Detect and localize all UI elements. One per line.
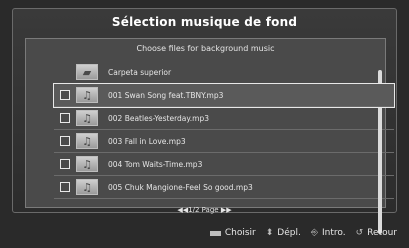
music-note-icon: ♫ [76,179,98,195]
music-note-icon: ♫ [76,133,98,149]
dialog-subtitle: Choose files for background music [136,44,275,53]
folder-icon: ▰ [76,64,98,80]
list-item[interactable]: ♫ 003 Fall in Love.mp3 [54,130,394,153]
back-label: Retour [367,228,397,238]
move-label: Dépl. [277,228,301,238]
dialog-title: Sélection musique de fond [111,15,298,29]
move-hint: ⬍ Dépl. [266,228,301,238]
return-icon: ↺ [355,228,364,238]
page-indicator[interactable]: ◀◀1/2 Page ▶▶ [13,206,396,214]
enter-icon: ⎆ [310,228,319,238]
music-note-icon: ♫ [76,156,98,172]
music-note-icon: ♫ [76,87,98,103]
list-item-parent-folder[interactable]: ▰ Carpeta superior [54,61,394,84]
list-item-label: 001 Swan Song feat.TBNY.mp3 [108,90,224,100]
choose-label: Choisir [224,228,256,238]
file-list-panel: Choose files for background music ▰ Carp… [25,38,395,234]
list-item-label: 002 Beatles-Yesterday.mp3 [108,113,209,123]
choose-hint: Choisir [209,228,256,238]
intro-label: Intro. [322,228,346,238]
music-selection-dialog: Sélection musique de fond Choose files f… [12,8,397,234]
list-item-label: 003 Fall in Love.mp3 [108,136,186,146]
list-item-label: Carpeta superior [108,67,172,77]
checkbox[interactable] [60,113,70,123]
color-button-icon [209,230,221,236]
back-hint: ↺ Retour [356,228,397,238]
list-item[interactable]: ♫ 001 Swan Song feat.TBNY.mp3 [53,83,395,108]
music-note-icon: ♫ [76,110,98,126]
intro-hint: ⎆ Intro. [311,228,346,238]
list-item[interactable]: ♫ 002 Beatles-Yesterday.mp3 [54,107,394,130]
checkbox[interactable] [60,136,70,146]
checkbox[interactable] [60,159,70,169]
list-item[interactable]: ♫ 005 Chuk Mangione-Feel So good.mp3 [54,176,394,199]
list-item-label: 004 Tom Waits-Time.mp3 [108,159,203,169]
up-down-arrow-icon: ⬍ [265,228,274,238]
list-item[interactable]: ♫ 004 Tom Waits-Time.mp3 [54,153,394,176]
file-list: ▰ Carpeta superior ♫ 001 Swan Song feat.… [53,61,395,199]
checkbox[interactable] [60,90,70,100]
checkbox[interactable] [60,182,70,192]
list-item-label: 005 Chuk Mangione-Feel So good.mp3 [108,182,253,192]
footer-help-bar: Choisir ⬍ Dépl. ⎆ Intro. ↺ Retour [0,226,409,240]
